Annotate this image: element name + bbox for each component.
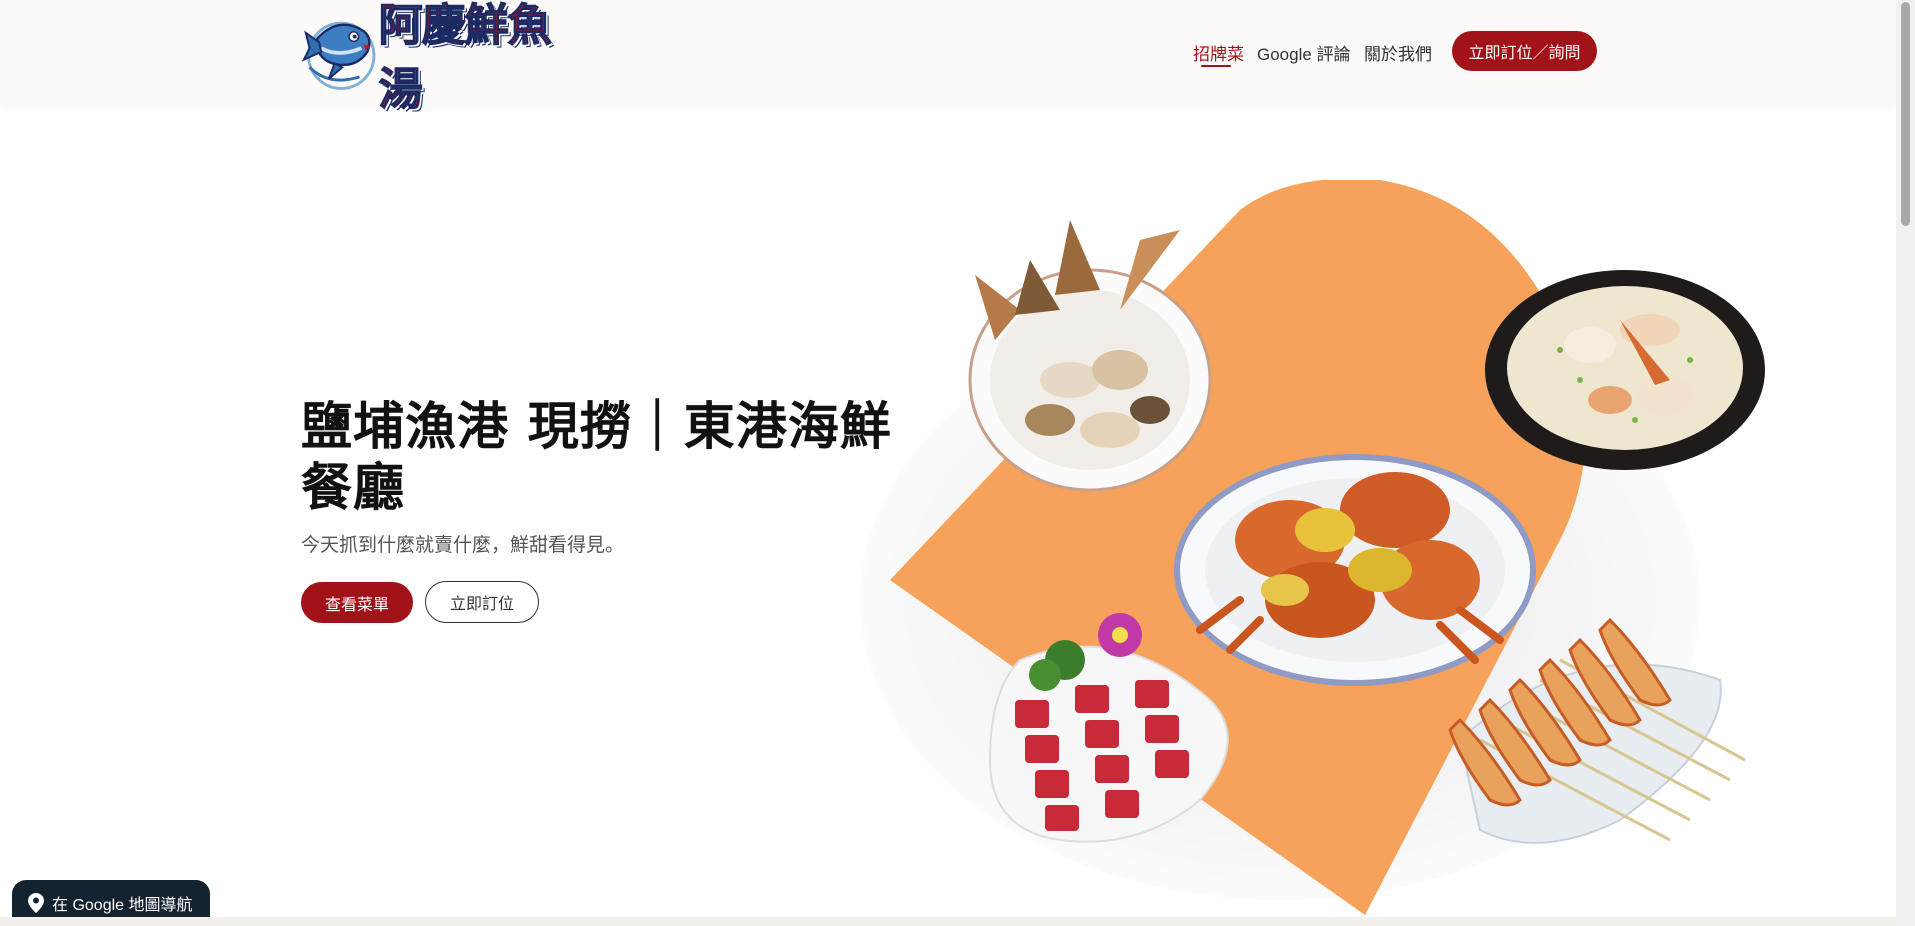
nav-item-google-reviews[interactable]: Google 評論 bbox=[1257, 40, 1351, 65]
hero-subtitle: 今天抓到什麼就賣什麼，鮮甜看得見。 bbox=[301, 535, 625, 556]
next-section-edge bbox=[0, 917, 1896, 926]
scrollbar-thumb[interactable] bbox=[1901, 2, 1910, 226]
site-header: 阿慶鮮魚湯 招牌菜 Google 評論 關於我們 立即訂位／詢問 bbox=[0, 0, 1896, 116]
view-menu-button[interactable]: 查看菜單 bbox=[301, 582, 413, 623]
page-scrollbar[interactable] bbox=[1896, 0, 1915, 926]
steamed-crab-dish bbox=[1174, 454, 1536, 686]
main-nav: 招牌菜 Google 評論 關於我們 bbox=[1193, 40, 1433, 67]
maps-button-label: 在 Google 地圖導航 bbox=[52, 897, 193, 914]
nav-item-about-us[interactable]: 關於我們 bbox=[1364, 40, 1432, 65]
nav-active-indicator bbox=[1201, 65, 1231, 67]
map-pin-icon bbox=[28, 893, 44, 913]
brand-logo[interactable]: 阿慶鮮魚湯 bbox=[300, 0, 585, 116]
nav-item-signature-dishes[interactable]: 招牌菜 bbox=[1193, 40, 1244, 65]
fish-soup-bowl bbox=[1485, 270, 1765, 470]
reserve-inquiry-button[interactable]: 立即訂位／詢問 bbox=[1452, 31, 1597, 71]
reserve-now-button[interactable]: 立即訂位 bbox=[425, 581, 539, 623]
fish-mascot-icon bbox=[301, 21, 376, 90]
seafood-dishes-illustration bbox=[860, 180, 1765, 915]
conch-snail-dish bbox=[968, 220, 1212, 492]
brand-name: 阿慶鮮魚湯 bbox=[378, 0, 552, 116]
